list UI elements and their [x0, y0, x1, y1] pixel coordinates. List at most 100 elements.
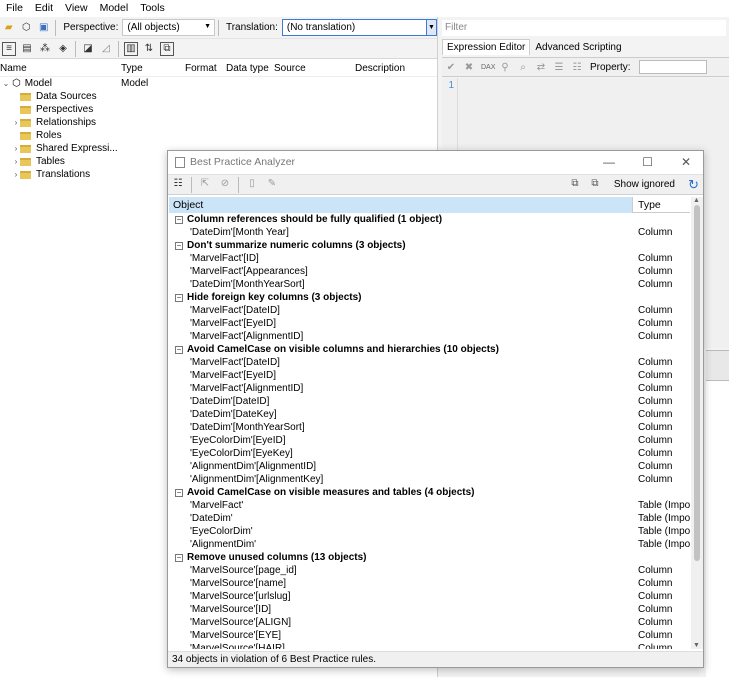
violation-row[interactable]: 'MarvelFact'[AlignmentID] Column	[169, 383, 690, 396]
vertical-scrollbar[interactable]: ▲ ▼	[691, 197, 703, 649]
violation-row[interactable]: 'MarvelFact'[Appearances] Column	[169, 266, 690, 279]
violation-row[interactable]: 'MarvelSource'[ID] Column	[169, 604, 690, 617]
scrollbar-thumb[interactable]	[694, 205, 700, 561]
violation-row[interactable]: 'DateDim' Table (Impo	[169, 513, 690, 526]
tree-node-translations[interactable]: › Translations	[12, 168, 90, 181]
expand-icon[interactable]: ›	[12, 170, 20, 179]
violation-row[interactable]: 'EyeColorDim' Table (Impo	[169, 526, 690, 539]
violation-row[interactable]: 'AlignmentDim'[AlignmentID] Column	[169, 461, 690, 474]
tree-node-shared-expressions[interactable]: › Shared Expressi...	[12, 142, 118, 155]
tab-advanced-scripting[interactable]: Advanced Scripting	[530, 39, 626, 55]
cube-icon[interactable]: ◈	[56, 42, 70, 56]
column-header-source[interactable]: Source	[274, 63, 306, 74]
display-all-icon[interactable]: ≡	[2, 41, 16, 56]
accept-icon[interactable]: ✔	[445, 62, 457, 73]
violation-row[interactable]: 'MarvelFact'[DateID] Column	[169, 305, 690, 318]
close-icon[interactable]: ✕	[681, 155, 691, 169]
tree-node-perspectives[interactable]: Perspectives	[12, 103, 93, 116]
violation-row[interactable]: 'MarvelFact'[EyeID] Column	[169, 318, 690, 331]
column-header-description[interactable]: Description	[355, 63, 405, 74]
collapse-icon[interactable]: −	[175, 489, 183, 497]
columns-icon[interactable]: ▥	[124, 41, 138, 56]
violation-row[interactable]: 'AlignmentDim' Table (Impo	[169, 539, 690, 552]
column-header-format[interactable]: Format	[185, 63, 217, 74]
model-icon[interactable]: ⬡	[19, 21, 32, 35]
collapse-icon[interactable]: −	[175, 242, 183, 250]
violation-row[interactable]: 'MarvelSource'[HAIR] Column	[169, 643, 690, 649]
save-icon[interactable]: ▣	[37, 21, 50, 35]
goto-object-icon[interactable]: ⇱	[198, 178, 212, 192]
violation-row[interactable]: 'MarvelSource'[urlslug] Column	[169, 591, 690, 604]
rule-group-row[interactable]: − Avoid CamelCase on visible measures and…	[169, 487, 690, 500]
collapse-icon[interactable]: −	[175, 294, 183, 302]
rule-group-row[interactable]: − Hide foreign key columns (3 objects)	[169, 292, 690, 305]
dax-format-icon[interactable]: DAX	[481, 64, 495, 71]
comment-icon[interactable]: ☰	[553, 62, 565, 73]
violation-row[interactable]: 'EyeColorDim'[EyeID] Column	[169, 435, 690, 448]
expand-icon[interactable]: ›	[12, 157, 20, 166]
menu-edit[interactable]: Edit	[29, 0, 59, 17]
violation-row[interactable]: 'MarvelFact' Table (Impo	[169, 500, 690, 513]
column-header-name[interactable]: Name	[0, 63, 27, 74]
menu-tools[interactable]: Tools	[134, 0, 171, 17]
refresh-icon[interactable]: ↻	[688, 177, 699, 193]
list-icon[interactable]: ▤	[20, 42, 34, 56]
sort-icon[interactable]: ⇅	[142, 42, 156, 56]
menu-view[interactable]: View	[59, 0, 94, 17]
rule-group-row[interactable]: − Remove unused columns (13 objects)	[169, 552, 690, 565]
generate-fix-script-icon[interactable]: ▯	[245, 178, 259, 192]
violation-row[interactable]: 'MarvelFact'[EyeID] Column	[169, 370, 690, 383]
rule-group-row[interactable]: − Column references should be fully quali…	[169, 214, 690, 227]
violation-row[interactable]: 'DateDim'[MonthYearSort] Column	[169, 279, 690, 292]
tree-node-tables[interactable]: › Tables	[12, 155, 65, 168]
violation-row[interactable]: 'AlignmentDim'[AlignmentKey] Column	[169, 474, 690, 487]
translation-select[interactable]: (No translation) ▼	[281, 19, 438, 36]
dependencies-icon[interactable]: ⚲	[499, 62, 511, 73]
uncomment-icon[interactable]: ☷	[571, 62, 583, 73]
apply-fix-icon[interactable]: ✎	[265, 178, 279, 192]
violation-row[interactable]: 'MarvelFact'[DateID] Column	[169, 357, 690, 370]
violation-row[interactable]: 'MarvelFact'[AlignmentID] Column	[169, 331, 690, 344]
violation-row[interactable]: 'DateDim'[Month Year] Column	[169, 227, 690, 240]
violation-row[interactable]: 'MarvelSource'[ALIGN] Column	[169, 617, 690, 630]
rule-group-row[interactable]: − Avoid CamelCase on visible columns and …	[169, 344, 690, 357]
menu-file[interactable]: File	[0, 0, 29, 17]
show-hidden-icon[interactable]: ◪	[81, 42, 95, 56]
filter-input[interactable]: Filter	[442, 20, 726, 36]
copy-icon[interactable]: ⧉	[160, 41, 174, 56]
rule-group-row[interactable]: − Don't summarize numeric columns (3 obje…	[169, 240, 690, 253]
maximize-icon[interactable]: ☐	[642, 155, 653, 169]
manage-rules-icon[interactable]: ☷	[171, 178, 185, 192]
scroll-down-icon[interactable]: ▼	[693, 642, 700, 649]
tree-node-model[interactable]: ⌄ ⬡ Model	[2, 77, 52, 90]
violation-row[interactable]: 'DateDim'[DateID] Column	[169, 396, 690, 409]
violation-row[interactable]: 'MarvelFact'[ID] Column	[169, 253, 690, 266]
column-header-type[interactable]: Type	[121, 63, 143, 74]
search-icon[interactable]: ⌕	[517, 62, 529, 73]
hierarchy-icon[interactable]: ⁂	[38, 42, 52, 56]
tree-node-data-sources[interactable]: Data Sources	[12, 90, 97, 103]
expand-icon[interactable]: ›	[12, 144, 20, 153]
violation-row[interactable]: 'MarvelSource'[page_id] Column	[169, 565, 690, 578]
perspective-select[interactable]: (All objects) ▼	[122, 19, 216, 36]
property-select[interactable]	[638, 60, 707, 74]
violation-row[interactable]: 'DateDim'[DateKey] Column	[169, 409, 690, 422]
menu-model[interactable]: Model	[94, 0, 135, 17]
collapse-icon[interactable]: −	[175, 554, 183, 562]
collapse-icon[interactable]: −	[175, 216, 183, 224]
collapse-all-icon[interactable]: ⧉	[588, 178, 602, 192]
collapse-icon[interactable]: ⌄	[2, 79, 10, 88]
expand-all-icon[interactable]: ⧉	[568, 178, 582, 192]
tab-expression-editor[interactable]: Expression Editor	[442, 39, 531, 55]
column-header-data-type[interactable]: Data type	[226, 63, 269, 74]
column-header-type[interactable]: Type	[634, 197, 690, 213]
expand-icon[interactable]: ›	[12, 118, 20, 127]
tree-node-relationships[interactable]: › Relationships	[12, 116, 96, 129]
replace-icon[interactable]: ⇄	[535, 62, 547, 73]
show-ignored-button[interactable]: Show ignored	[614, 179, 675, 190]
collapse-icon[interactable]: −	[175, 346, 183, 354]
cancel-icon[interactable]: ✖	[463, 62, 475, 73]
ignore-item-icon[interactable]: ⊘	[218, 178, 232, 192]
column-header-object[interactable]: Object	[169, 197, 633, 213]
violation-row[interactable]: 'EyeColorDim'[EyeKey] Column	[169, 448, 690, 461]
